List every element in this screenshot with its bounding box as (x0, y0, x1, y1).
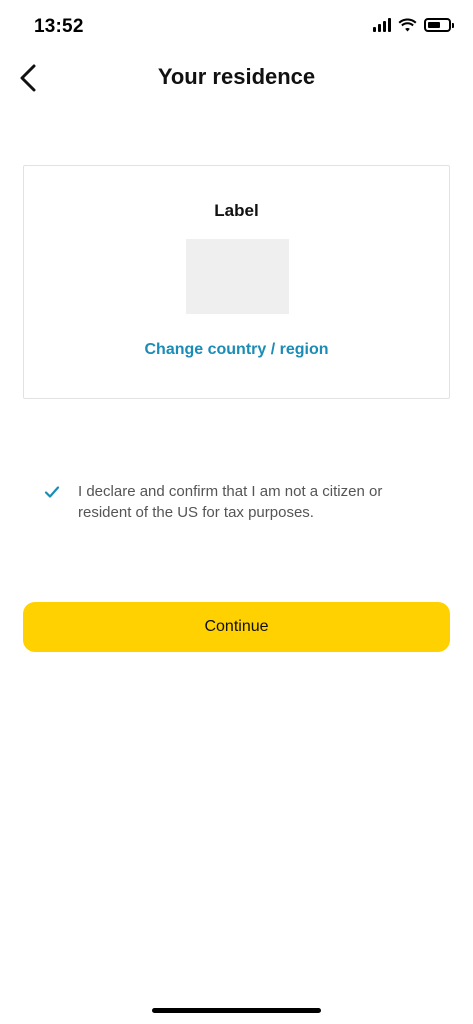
tax-declaration: I declare and confirm that I am not a ci… (44, 481, 439, 523)
header: Your residence (0, 52, 473, 108)
wifi-icon (398, 18, 417, 32)
residence-screen: 13:52 Your residence Label Change countr… (0, 0, 473, 1024)
signal-icon (373, 18, 391, 32)
declaration-text: I declare and confirm that I am not a ci… (78, 483, 383, 521)
battery-icon (424, 18, 454, 32)
checkmark-icon[interactable] (44, 484, 60, 500)
flag-placeholder (186, 239, 289, 314)
status-time: 13:52 (34, 16, 84, 37)
continue-button[interactable]: Continue (23, 602, 450, 652)
page-title: Your residence (157, 64, 316, 89)
country-label: Label (214, 201, 259, 220)
country-card: Label Change country / region (23, 165, 450, 399)
home-indicator (152, 1008, 321, 1013)
change-country-link[interactable]: Change country / region (24, 341, 449, 359)
status-bar: 13:52 (0, 0, 473, 52)
status-icons (373, 18, 454, 32)
